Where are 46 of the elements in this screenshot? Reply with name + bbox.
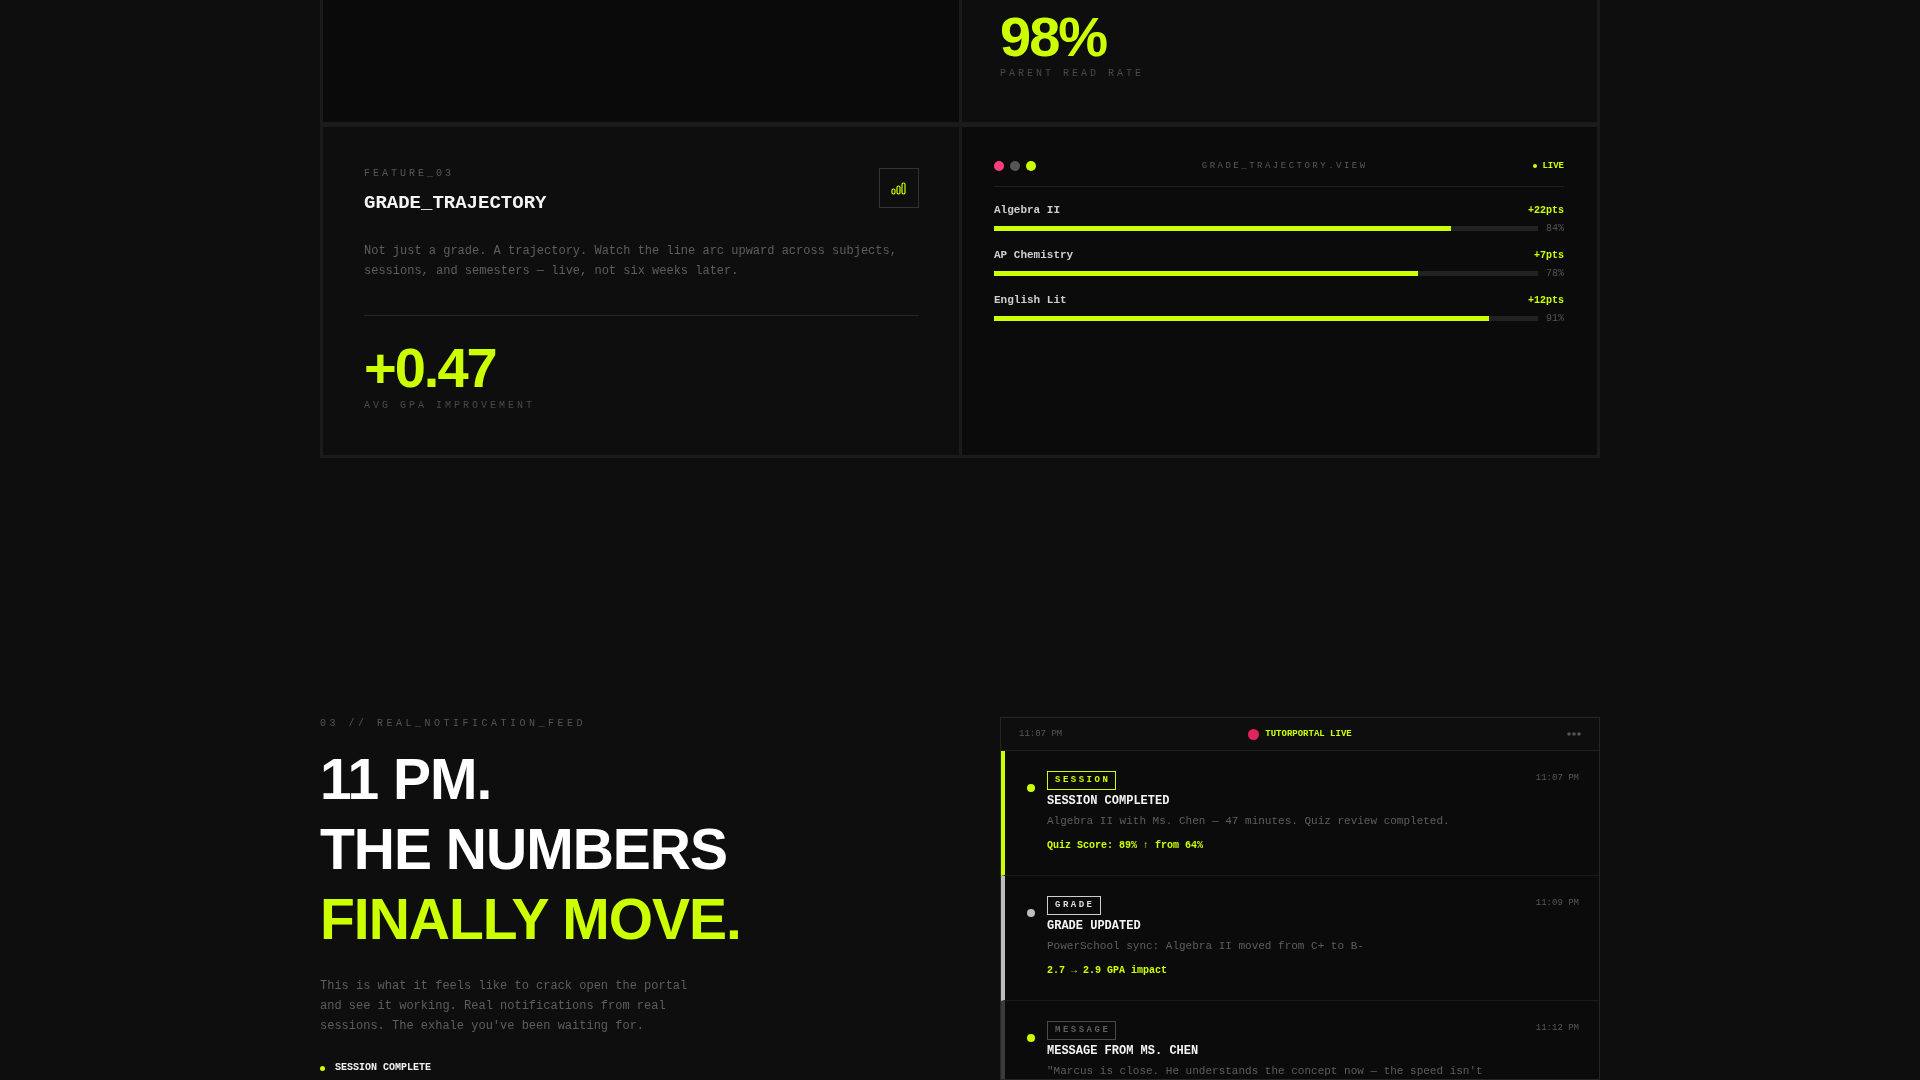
live-label: LIVE xyxy=(1542,160,1564,172)
notification-time: 11:07 PM xyxy=(1535,772,1579,785)
stat-value: 98% xyxy=(1000,9,1107,65)
notification-time: 11:09 PM xyxy=(1535,897,1579,910)
bar-chart-icon xyxy=(879,168,919,208)
stat-label: AVG GPA IMPROVEMENT xyxy=(364,399,536,413)
window-dots-icon xyxy=(994,161,1036,171)
status-dot-icon xyxy=(1533,164,1538,168)
headline: THE NUMBERS xyxy=(320,816,727,883)
feature-title: GRADE_TRAJECTORY xyxy=(364,191,547,215)
percent-label: 84% xyxy=(1546,222,1564,234)
section-label: FEATURE_03 xyxy=(364,167,454,181)
category-tag: GRADE xyxy=(1047,896,1101,915)
clock-time: 11:07 PM xyxy=(1019,729,1064,739)
notification-highlight: Quiz Score: 89% ↑ from 64% xyxy=(1047,839,1204,853)
score-change: +7pts xyxy=(1534,249,1564,261)
panel-title: GRADE_TRAJECTORY.VIEW xyxy=(1200,161,1369,171)
subject-name: English Lit xyxy=(994,294,1067,306)
notification-title: MESSAGE FROM MS. CHEN xyxy=(1047,1043,1199,1059)
feed-title: TUTORPORTAL LIVE xyxy=(1265,729,1352,739)
feature-description: Not just a grade. A trajectory. Watch the line arc upward across subjects, sessions, and semesters — live, not six weeks later. xyxy=(364,243,898,280)
notification-body: Algebra II with Ms. Chen — 47 minutes. Quiz review completed. xyxy=(1047,814,1450,829)
notification-body: "Marcus is close. He understands the concept now — the speed isn't xyxy=(1047,1064,1483,1079)
percent-label: 91% xyxy=(1546,312,1564,324)
headline: 11 PM. xyxy=(320,746,492,813)
percent-label: 78% xyxy=(1546,267,1564,279)
more-icon[interactable] xyxy=(1567,732,1581,736)
score-change: +22pts xyxy=(1528,204,1564,216)
live-dot-icon xyxy=(1248,728,1260,740)
checklist-label: SESSION COMPLETE xyxy=(335,1061,431,1075)
bullet-dot-icon xyxy=(320,1065,325,1071)
score-change: +12pts xyxy=(1528,294,1564,306)
category-tag: SESSION xyxy=(1047,771,1117,790)
headline: FINALLY MOVE. xyxy=(320,886,741,953)
stat-label: PARENT READ RATE xyxy=(1000,67,1144,81)
subject-name: Algebra II xyxy=(994,204,1060,216)
notification-highlight: 2.7 → 2.9 GPA impact xyxy=(1047,964,1168,978)
stat-value: +0.47 xyxy=(364,340,496,396)
section-description: This is what it feels like to crack open the portal and see it working. Real notifications from real sessions. The exhale you've been waiting for. xyxy=(320,978,689,1035)
notification-body: PowerSchool sync: Algebra II moved from C+ to B- xyxy=(1047,939,1364,954)
notification-title: GRADE UPDATED xyxy=(1047,918,1141,934)
category-tag: MESSAGE xyxy=(1047,1021,1117,1040)
notification-title: SESSION COMPLETED xyxy=(1047,793,1170,809)
notification-time: 11:12 PM xyxy=(1535,1022,1579,1035)
section-label: 03 // REAL_NOTIFICATION_FEED xyxy=(320,717,587,731)
subject-name: AP Chemistry xyxy=(994,249,1074,261)
